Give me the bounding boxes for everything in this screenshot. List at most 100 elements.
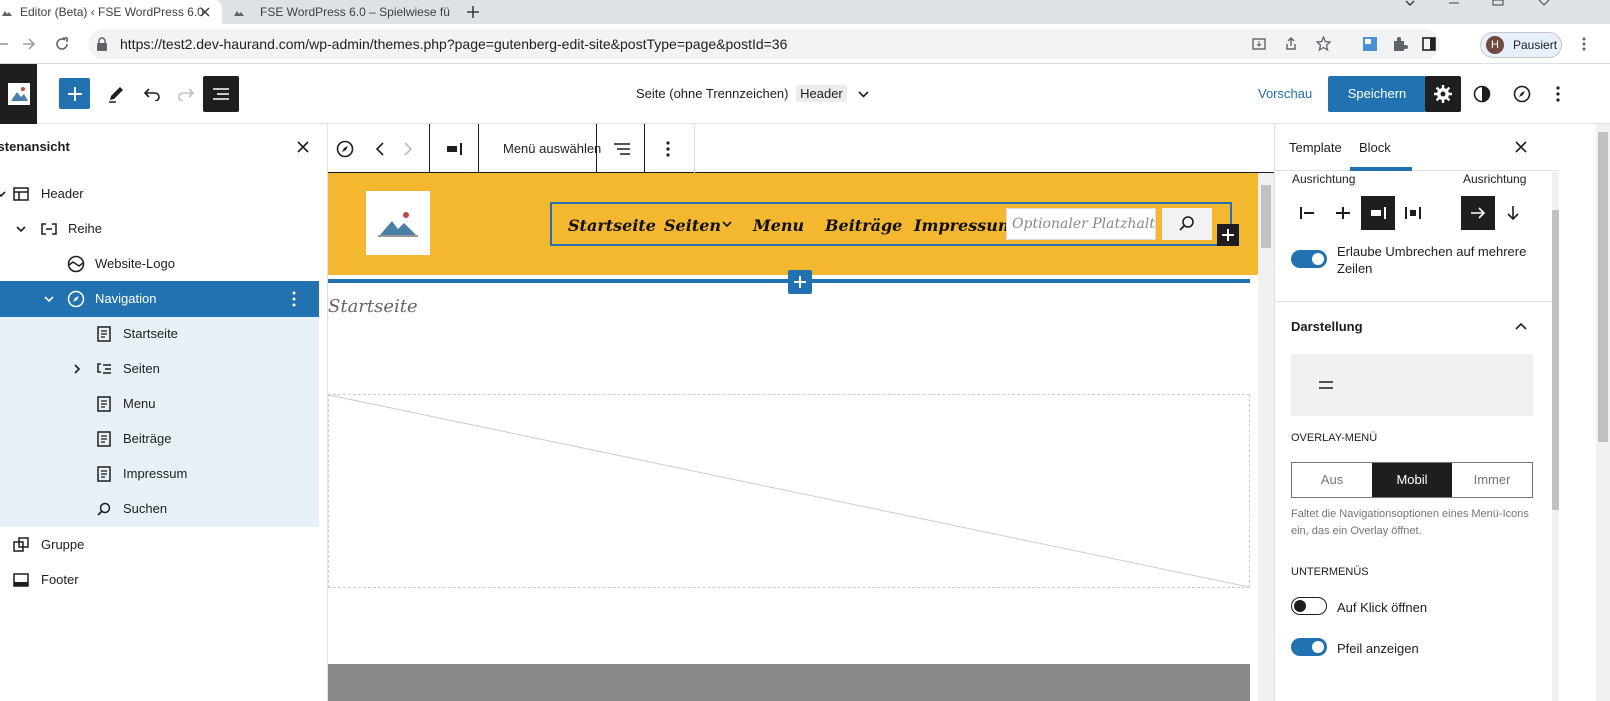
list-item-row[interactable]: Reihe <box>0 211 319 247</box>
undo-button[interactable] <box>140 82 164 106</box>
navigation-button[interactable] <box>1510 82 1534 106</box>
show-arrow-toggle[interactable] <box>1291 638 1327 656</box>
back-icon[interactable] <box>0 38 8 50</box>
chevron-down-icon[interactable] <box>42 292 56 306</box>
chevron-right-icon[interactable] <box>70 362 84 376</box>
nav-item-impressum[interactable]: Impressum <box>914 216 1015 235</box>
site-logo[interactable] <box>366 191 430 255</box>
space-between-button[interactable] <box>1396 196 1430 230</box>
move-right-button[interactable] <box>398 136 418 162</box>
list-item-header[interactable]: Header <box>0 176 319 212</box>
more-vertical-icon[interactable] <box>292 291 296 307</box>
tab-search-icon[interactable] <box>1404 0 1416 8</box>
add-nav-item-button[interactable] <box>1217 224 1239 246</box>
list-item-navigation[interactable]: Navigation <box>0 281 319 317</box>
document-title[interactable]: Seite (ohne Trennzeichen) Header <box>636 85 869 102</box>
page-title[interactable]: Startseite <box>328 296 418 317</box>
list-item-suchen[interactable]: Suchen <box>0 491 319 527</box>
page-list-icon <box>95 360 113 378</box>
list-item-menu[interactable]: Menu <box>0 386 319 422</box>
nav-item-beitraege[interactable]: Beiträge <box>825 216 902 235</box>
select-menu-button[interactable]: Menü auswählen <box>503 141 601 156</box>
wrap-toggle[interactable] <box>1291 250 1327 268</box>
list-view-button[interactable] <box>203 76 239 112</box>
header-block[interactable]: Startseite Seiten Menu Beiträge Impressu… <box>328 173 1274 275</box>
profile-button[interactable]: H Pausiert <box>1480 32 1562 58</box>
horizontal-button[interactable] <box>1461 196 1495 230</box>
side-panel-icon[interactable] <box>1422 37 1436 51</box>
overlay-option-aus[interactable]: Aus <box>1292 463 1372 497</box>
block-options-button[interactable] <box>656 136 680 162</box>
list-item-beitraege[interactable]: Beiträge <box>0 421 319 457</box>
save-button[interactable]: Speichern <box>1328 76 1426 112</box>
browser-tab-site[interactable]: FSE WordPress 6.0 – Spielwiese fü <box>230 0 462 24</box>
open-list-button[interactable] <box>608 136 636 162</box>
scrollbar-thumb[interactable] <box>1598 132 1608 442</box>
chevron-down-icon[interactable] <box>722 221 732 228</box>
new-tab-icon[interactable] <box>466 5 480 19</box>
maximize-icon[interactable] <box>1492 0 1504 6</box>
list-item-footer[interactable]: Footer <box>0 562 319 598</box>
justification-label: Ausrichtung <box>1292 172 1356 186</box>
list-item-gruppe[interactable]: Gruppe <box>0 527 319 563</box>
tab-block[interactable]: Block <box>1359 140 1391 155</box>
justify-center-button[interactable] <box>1326 196 1360 230</box>
scrollbar-thumb[interactable] <box>1261 185 1271 248</box>
close-tab-icon[interactable] <box>200 7 210 17</box>
browser-tab-editor[interactable]: Editor (Beta) ‹ FSE WordPress 6.0 <box>0 0 222 24</box>
styles-button[interactable] <box>1470 82 1494 106</box>
chevron-down-icon[interactable] <box>858 91 869 98</box>
chrome-menu-icon[interactable] <box>1582 37 1586 51</box>
extension-icon[interactable] <box>1362 36 1378 52</box>
edit-tool-button[interactable] <box>104 82 128 106</box>
block-type-button[interactable] <box>332 136 358 162</box>
site-icon-button[interactable] <box>0 64 37 124</box>
install-icon[interactable] <box>1252 37 1266 51</box>
reload-icon[interactable] <box>54 36 70 52</box>
close-icon[interactable] <box>297 141 309 153</box>
redo-button[interactable] <box>174 82 198 106</box>
puzzle-icon[interactable] <box>1392 36 1408 52</box>
preview-button[interactable]: Vorschau <box>1258 86 1312 101</box>
options-button[interactable] <box>1550 82 1566 106</box>
click-open-toggle[interactable] <box>1291 597 1327 615</box>
justify-right-button[interactable] <box>1361 196 1395 230</box>
page-scrollbar[interactable] <box>1596 124 1610 701</box>
nav-item-startseite[interactable]: Startseite <box>568 216 656 235</box>
close-icon[interactable] <box>1515 141 1527 153</box>
forward-icon[interactable] <box>22 37 36 51</box>
inserter-button[interactable] <box>788 270 812 294</box>
scrollbar-thumb[interactable] <box>1552 210 1559 510</box>
list-item-seiten[interactable]: Seiten <box>0 351 319 387</box>
vertical-button[interactable] <box>1496 196 1530 230</box>
minimize-icon[interactable] <box>1448 0 1460 6</box>
navigation-block[interactable]: Startseite Seiten Menu Beiträge Impressu… <box>550 202 1232 246</box>
list-item-site-logo[interactable]: Website-Logo <box>0 246 319 282</box>
url-field[interactable]: https://test2.dev-haurand.com/wp-admin/t… <box>88 29 1440 59</box>
appearance-panel-title[interactable]: Darstellung <box>1291 319 1363 334</box>
nav-item-seiten[interactable]: Seiten <box>664 216 721 235</box>
search-button[interactable] <box>1162 208 1212 240</box>
sidebar-scrollbar[interactable] <box>1552 172 1559 701</box>
chevron-up-icon[interactable] <box>1515 322 1527 330</box>
nav-item-menu[interactable]: Menu <box>753 216 804 235</box>
share-icon[interactable] <box>1284 37 1298 51</box>
tab-template[interactable]: Template <box>1289 140 1342 155</box>
chevron-down-icon[interactable] <box>0 187 8 201</box>
move-left-button[interactable] <box>370 136 390 162</box>
list-item-startseite[interactable]: Startseite <box>0 316 319 352</box>
overlay-option-mobil[interactable]: Mobil <box>1372 463 1452 497</box>
image-placeholder[interactable] <box>328 394 1250 588</box>
bookmark-star-icon[interactable] <box>1316 36 1331 51</box>
add-block-button[interactable] <box>59 78 90 109</box>
list-item-impressum[interactable]: Impressum <box>0 456 319 492</box>
overlay-option-immer[interactable]: Immer <box>1452 463 1532 497</box>
settings-button[interactable] <box>1425 76 1461 112</box>
justify-button[interactable] <box>440 136 468 162</box>
search-input[interactable]: Optionaler Platzhalter <box>1006 208 1156 240</box>
close-window-icon[interactable] <box>1538 0 1550 6</box>
canvas-scrollbar[interactable] <box>1258 173 1274 701</box>
justify-left-button[interactable] <box>1291 196 1325 230</box>
chevron-down-icon[interactable] <box>14 222 28 236</box>
plus-icon <box>794 276 806 288</box>
